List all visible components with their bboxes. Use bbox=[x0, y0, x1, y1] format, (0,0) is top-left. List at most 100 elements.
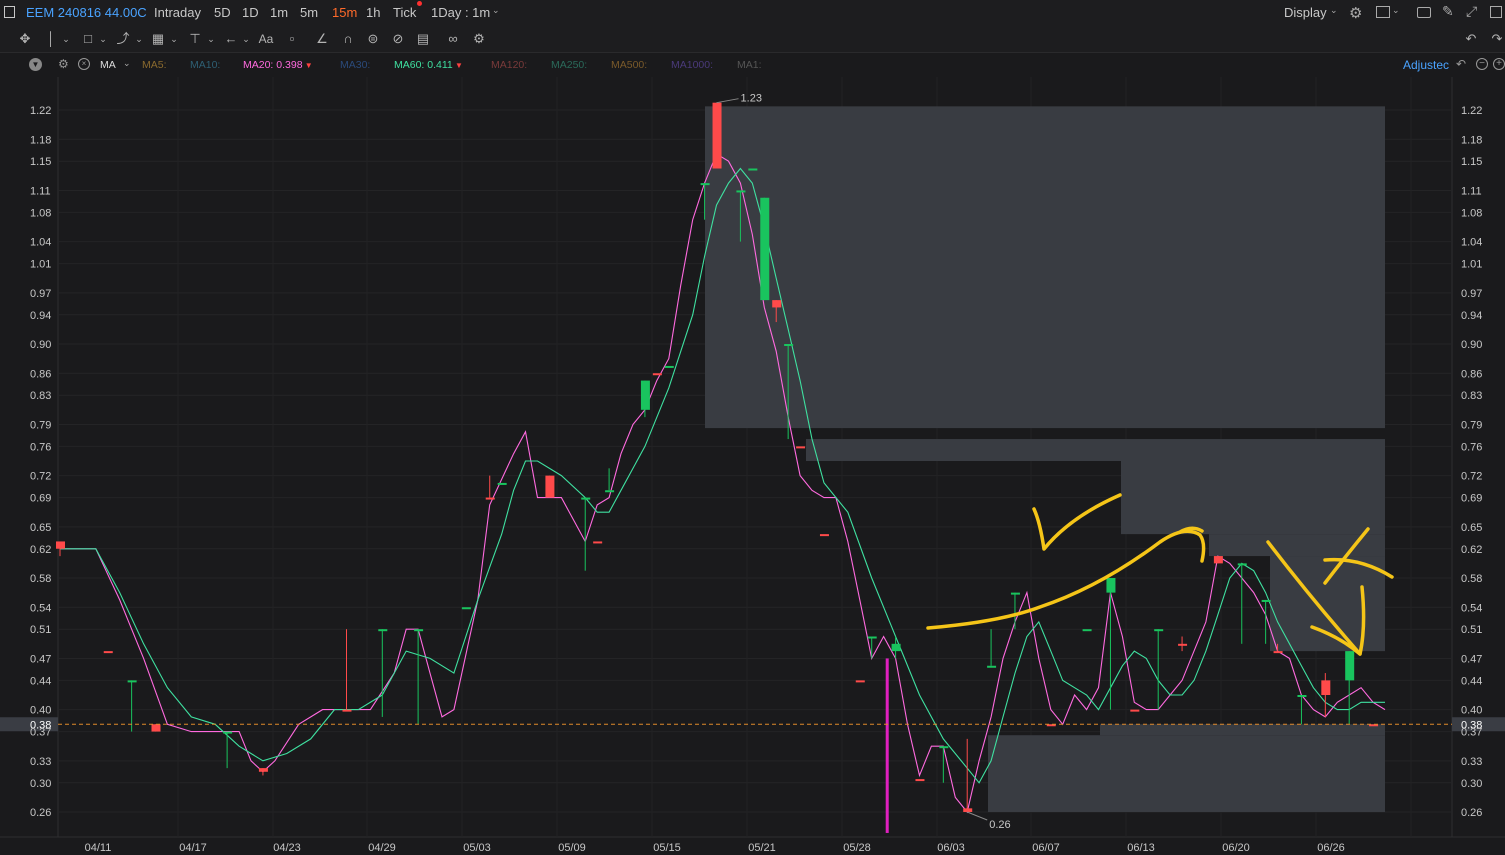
close-icon[interactable]: × bbox=[78, 58, 90, 70]
chevron-down-icon[interactable]: ⌄ bbox=[131, 31, 147, 47]
candle-body bbox=[223, 731, 233, 734]
collapse-icon[interactable]: ▼ bbox=[29, 58, 42, 71]
trend-line-icon[interactable]: ⤴ bbox=[115, 31, 131, 47]
y-tick-label-left: 0.86 bbox=[30, 368, 51, 380]
ma-legend-ma1[interactable]: MA1: bbox=[737, 59, 762, 71]
vertical-line-icon[interactable]: │ bbox=[43, 31, 59, 47]
period-15m[interactable]: 15m bbox=[332, 5, 357, 20]
period-1d[interactable]: 1D bbox=[242, 5, 259, 20]
chevron-down-icon[interactable]: ⌄ bbox=[203, 31, 219, 47]
chevron-down-icon[interactable]: ⌄ bbox=[58, 31, 74, 47]
y-tick-label-left: 1.18 bbox=[30, 134, 51, 146]
zoom-out-icon[interactable]: − bbox=[1476, 58, 1488, 70]
ma-legend-ma250[interactable]: MA250: bbox=[551, 59, 587, 71]
indicator-name[interactable]: MA bbox=[100, 59, 116, 71]
y-tick-label-right: 1.15 bbox=[1461, 156, 1482, 168]
drawing-toolbar: ✥ │ ⌄ □ ⌄ ⤴ ⌄ ▦ ⌄ ⊤ ⌄ ← ⌄ Aa ▫ ∠ ∩ ⊜ ⊘ ▤… bbox=[0, 26, 1505, 53]
y-tick-label-left: 0.54 bbox=[30, 602, 51, 614]
eraser-icon[interactable]: ∠ bbox=[314, 31, 330, 47]
period-1h[interactable]: 1h bbox=[366, 5, 380, 20]
highlight-bar bbox=[885, 658, 889, 833]
display-button[interactable]: Display bbox=[1284, 5, 1327, 20]
candle-body bbox=[1273, 651, 1283, 654]
adjusted-label[interactable]: Adjustec bbox=[1403, 58, 1449, 72]
sidebar-toggle-icon[interactable] bbox=[4, 6, 15, 18]
undo-icon[interactable]: ↶ bbox=[1463, 31, 1479, 47]
interval-select[interactable]: 1Day : 1m bbox=[431, 5, 490, 20]
y-tick-label-right: 0.62 bbox=[1461, 544, 1482, 556]
chevron-down-icon[interactable]: ⌄ bbox=[166, 31, 182, 47]
y-tick-label-left: 0.62 bbox=[30, 544, 51, 556]
price-chart[interactable]: 0.38 0.381.230.26 1.22 1.221.18 1.181.15 1.1… bbox=[0, 77, 1505, 855]
candle-body bbox=[819, 534, 829, 537]
chevron-down-icon[interactable]: ⌄ bbox=[95, 31, 111, 47]
layout-icon[interactable] bbox=[1376, 6, 1390, 18]
candle-body bbox=[56, 541, 65, 549]
y-tick-label-right: 0.44 bbox=[1461, 675, 1482, 687]
ma-legend-ma500[interactable]: MA500: bbox=[611, 59, 647, 71]
fibonacci-icon[interactable]: ⊤ bbox=[187, 31, 203, 47]
x-tick-label: 05/15 bbox=[653, 842, 681, 854]
chevron-down-icon[interactable]: ⌄ bbox=[123, 58, 131, 69]
period-5m[interactable]: 5m bbox=[300, 5, 318, 20]
candle-body bbox=[652, 373, 662, 376]
text-icon[interactable]: Aa bbox=[258, 31, 274, 47]
period-intraday[interactable]: Intraday bbox=[154, 5, 201, 20]
ma-legend-ma30[interactable]: MA30: bbox=[340, 59, 370, 71]
x-tick-label: 06/20 bbox=[1222, 842, 1250, 854]
camera-icon[interactable] bbox=[1417, 7, 1431, 18]
y-tick-label-right: 1.08 bbox=[1461, 207, 1482, 219]
resistance-zone bbox=[705, 106, 1385, 429]
y-tick-label-right: 0.33 bbox=[1461, 756, 1482, 768]
comment-icon[interactable]: ▫ bbox=[284, 31, 300, 47]
candle-body bbox=[127, 680, 137, 683]
arrow-left-icon[interactable]: ← bbox=[223, 31, 239, 47]
rectangle-icon[interactable]: □ bbox=[80, 31, 96, 47]
settings-icon[interactable]: ⚙ bbox=[58, 57, 69, 71]
y-tick-label-right: 1.04 bbox=[1461, 237, 1482, 249]
ma-legend-ma5[interactable]: MA5: bbox=[142, 59, 167, 71]
ma-legend-ma1000[interactable]: MA1000: bbox=[671, 59, 713, 71]
candle-body bbox=[1237, 563, 1247, 566]
ma-legend-ma20[interactable]: MA20: 0.398 ▼ bbox=[243, 59, 313, 71]
x-tick-label: 05/21 bbox=[748, 842, 776, 854]
chevron-down-icon: ⌄ bbox=[1330, 5, 1338, 15]
candle-body bbox=[891, 643, 901, 652]
y-tick-label-left: 0.69 bbox=[30, 493, 51, 505]
ma-legend-ma120[interactable]: MA120: bbox=[491, 59, 527, 71]
y-tick-label-left: 0.30 bbox=[30, 778, 51, 790]
chevron-down-icon[interactable]: ⌄ bbox=[1392, 5, 1400, 16]
period-5d[interactable]: 5D bbox=[214, 5, 231, 20]
zoom-in-icon[interactable]: + bbox=[1493, 58, 1505, 70]
expand-icon[interactable]: ⤢ bbox=[1466, 3, 1477, 20]
candle-body bbox=[748, 168, 758, 171]
ma-legend-ma60[interactable]: MA60: 0.411 ▼ bbox=[394, 59, 463, 71]
pattern-icon[interactable]: ▦ bbox=[150, 31, 166, 47]
settings-icon[interactable]: ⚙ bbox=[1349, 4, 1362, 22]
chevron-down-icon[interactable]: ⌄ bbox=[238, 31, 254, 47]
x-tick-label: 04/29 bbox=[368, 842, 396, 854]
panel-icon[interactable] bbox=[1490, 6, 1502, 18]
lock-drawing-icon[interactable]: ⊜ bbox=[365, 31, 381, 47]
ma-legend-ma10[interactable]: MA10: bbox=[190, 59, 220, 71]
hide-drawing-icon[interactable]: ⊘ bbox=[390, 31, 406, 47]
candle-body bbox=[581, 497, 591, 500]
magnet-icon[interactable]: ∩ bbox=[340, 31, 356, 47]
candle-body bbox=[784, 344, 794, 346]
pen-icon[interactable]: ✎ bbox=[1442, 3, 1454, 20]
y-tick-label-left: 0.76 bbox=[30, 441, 51, 453]
period-1m[interactable]: 1m bbox=[270, 5, 288, 20]
gear-icon[interactable]: ⚙ bbox=[471, 31, 487, 47]
redo-icon[interactable]: ↷ bbox=[1489, 31, 1505, 47]
y-tick-label-left: 0.40 bbox=[30, 705, 51, 717]
link-icon[interactable]: ∞ bbox=[445, 31, 461, 47]
x-tick-label: 05/03 bbox=[463, 842, 491, 854]
symbol-title[interactable]: EEM 240816 44.00C bbox=[26, 5, 147, 20]
candle-body bbox=[939, 746, 949, 749]
reset-icon[interactable]: ↶ bbox=[1456, 57, 1466, 71]
y-tick-label-left: 0.94 bbox=[30, 310, 51, 322]
y-tick-label-right: 0.83 bbox=[1461, 390, 1482, 402]
trash-icon[interactable]: ▤ bbox=[415, 31, 431, 47]
move-icon[interactable]: ✥ bbox=[17, 31, 33, 47]
period-tick[interactable]: Tick bbox=[393, 5, 416, 20]
